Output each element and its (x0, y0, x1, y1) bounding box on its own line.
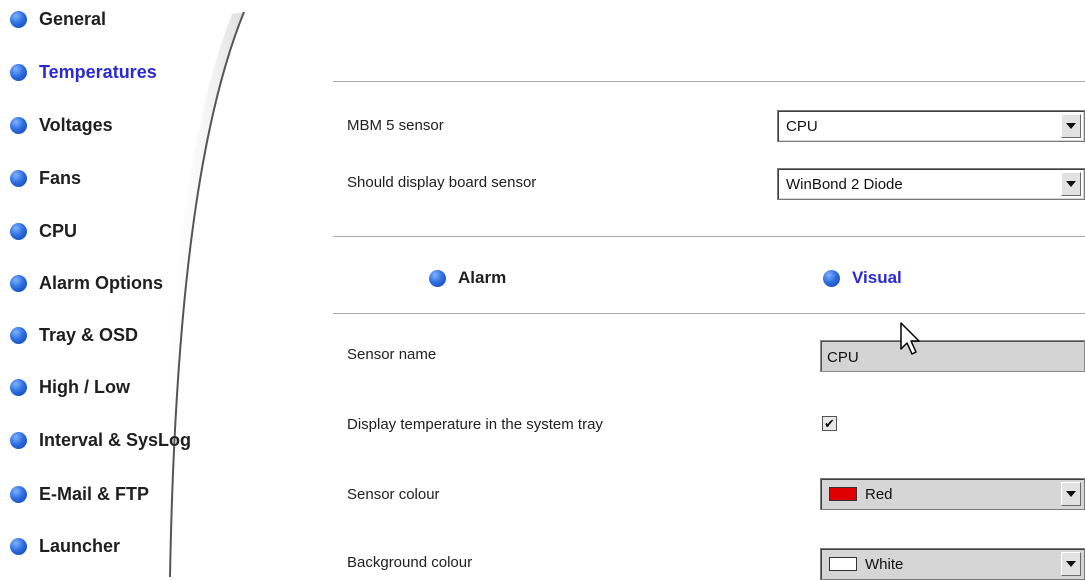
blue-ball-icon (429, 269, 446, 287)
sidebar-item-label: Alarm Options (39, 272, 164, 293)
sensor-name-label: Sensor name (347, 346, 437, 363)
sensor-colour-value: Red (865, 486, 893, 503)
sidebar-item-interval-syslog[interactable]: Interval & SysLog (10, 427, 191, 453)
blue-ball-icon (10, 537, 27, 555)
colour-swatch (829, 557, 857, 571)
sidebar-item-label: Interval & SysLog (39, 429, 192, 450)
check-icon: ✔ (824, 416, 835, 431)
background-colour-label: Background colour (347, 554, 473, 571)
sidebar-item-label: Tray & OSD (39, 324, 139, 345)
blue-ball-icon (823, 269, 840, 287)
sidebar-item-label: CPU (39, 220, 78, 241)
blue-ball-icon (10, 326, 27, 344)
blue-ball-icon (10, 222, 27, 240)
blue-ball-icon (10, 485, 27, 503)
blue-ball-icon (10, 10, 27, 28)
display-in-tray-checkbox[interactable]: ✔ (822, 416, 837, 431)
mbm-sensor-label: MBM 5 sensor (347, 117, 444, 134)
sidebar-item-tray-osd[interactable]: Tray & OSD (10, 322, 138, 348)
mbm-sensor-value: CPU (786, 118, 818, 135)
sidebar-item-label: General (39, 8, 107, 29)
board-sensor-value: WinBond 2 Diode (786, 176, 903, 193)
mbm-sensor-select[interactable]: CPU (777, 110, 1085, 142)
sidebar-item-label: High / Low (39, 376, 130, 397)
sidebar-item-label: Voltages (39, 114, 113, 135)
blue-ball-icon (10, 169, 27, 187)
chevron-down-icon[interactable] (1061, 552, 1081, 576)
colour-swatch (829, 487, 857, 501)
background-colour-value: White (865, 556, 904, 573)
background-colour-select[interactable]: White (820, 548, 1085, 580)
sidebar-item-high-low[interactable]: High / Low (10, 374, 130, 400)
sidebar-item-launcher[interactable]: Launcher (10, 533, 120, 559)
sidebar-item-cpu[interactable]: CPU (10, 218, 77, 244)
sensor-name-field[interactable] (820, 340, 1085, 372)
sensor-colour-label: Sensor colour (347, 486, 440, 503)
chevron-down-icon[interactable] (1061, 482, 1081, 506)
display-in-tray-label: Display temperature in the system tray (347, 416, 603, 433)
blue-ball-icon (10, 274, 27, 292)
sidebar-item-alarm-options[interactable]: Alarm Options (10, 270, 163, 296)
divider (333, 236, 1085, 237)
sidebar-item-label: E-Mail & FTP (39, 483, 150, 504)
divider (333, 313, 1085, 314)
sensor-colour-select[interactable]: Red (820, 478, 1085, 510)
sidebar-item-label: Temperatures (39, 61, 157, 82)
blue-ball-icon (10, 378, 27, 396)
sidebar-item-email-ftp[interactable]: E-Mail & FTP (10, 481, 149, 507)
mouse-pointer-icon (900, 322, 920, 355)
tab-visual[interactable]: Visual (823, 268, 902, 288)
blue-ball-icon (10, 116, 27, 134)
sidebar-item-general[interactable]: General (10, 6, 106, 32)
blue-ball-icon (10, 63, 27, 81)
sidebar-item-label: Launcher (39, 535, 121, 556)
chevron-down-icon[interactable] (1061, 172, 1081, 196)
tab-alarm[interactable]: Alarm (429, 268, 506, 288)
sidebar-item-voltages[interactable]: Voltages (10, 112, 113, 138)
sidebar-item-label: Fans (39, 167, 82, 188)
divider (333, 81, 1085, 82)
chevron-down-icon[interactable] (1061, 114, 1081, 138)
sidebar-item-fans[interactable]: Fans (10, 165, 81, 191)
blue-ball-icon (10, 431, 27, 449)
tab-label: Alarm (458, 268, 507, 287)
tab-label: Visual (852, 268, 902, 287)
board-sensor-label: Should display board sensor (347, 174, 537, 191)
sensor-name-input[interactable] (825, 346, 1069, 368)
sidebar-item-temperatures[interactable]: Temperatures (10, 59, 157, 85)
sidebar: General Temperatures Voltages Fans CPU A… (0, 0, 260, 577)
board-sensor-select[interactable]: WinBond 2 Diode (777, 168, 1085, 200)
